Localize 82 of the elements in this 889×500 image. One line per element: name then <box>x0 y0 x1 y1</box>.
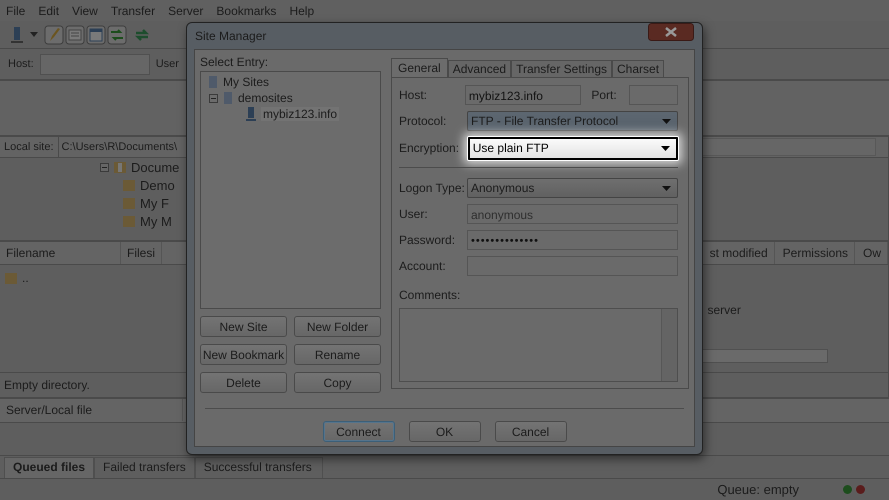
column-header[interactable]: Filename <box>0 242 121 264</box>
file-name[interactable]: .. <box>22 271 29 285</box>
folder-icon <box>113 160 127 174</box>
select-entry-label: Select Entry: <box>200 54 270 70</box>
server-icon <box>245 106 257 122</box>
local-path-field[interactable]: C:\Users\R\Documents\ <box>58 141 178 153</box>
tree-item[interactable]: Docume <box>131 160 180 174</box>
field-label: Host: <box>399 88 428 102</box>
collapse-icon[interactable] <box>209 94 218 102</box>
window-icon[interactable] <box>86 24 106 44</box>
user-label: User <box>156 58 179 70</box>
dialog-button[interactable]: OK <box>408 421 480 442</box>
column-header[interactable]: Permissions <box>782 242 855 264</box>
folder-icon <box>4 271 18 285</box>
tab[interactable]: Charset <box>612 60 664 77</box>
field-label: Protocol: <box>399 114 448 128</box>
queue-status: Queue: empty <box>717 482 799 497</box>
dropdown[interactable]: Use plain FTP <box>468 136 678 160</box>
dialog-button[interactable]: Copy <box>294 372 381 393</box>
local-site-label: Local site: <box>0 137 59 157</box>
window-title: Site Manager <box>195 29 266 43</box>
dialog-button[interactable]: New Site <box>200 316 287 337</box>
dialog-button[interactable]: Delete <box>200 372 287 393</box>
column-header[interactable]: Filesi <box>121 242 162 264</box>
folder-icon <box>207 75 219 89</box>
queue-tab[interactable]: Queued files <box>4 457 94 478</box>
dialog-button[interactable]: New Bookmark <box>200 344 287 365</box>
field-label: Port: <box>591 88 618 102</box>
menu-item[interactable]: Bookmarks <box>216 4 276 18</box>
field-label: User: <box>399 207 429 221</box>
caret-icon <box>662 118 671 124</box>
host-field[interactable]: mybiz123.info <box>464 85 582 105</box>
queue-tab[interactable]: Failed transfers <box>94 457 195 478</box>
host-label: Host: <box>8 58 34 70</box>
menu-item[interactable]: File <box>6 4 26 18</box>
scrollbar[interactable] <box>661 309 677 381</box>
dropdown[interactable]: Anonymous <box>467 178 678 198</box>
password-field[interactable]: •••••••••••••• <box>467 230 678 250</box>
tab[interactable]: General <box>391 58 448 77</box>
menu-item[interactable]: Transfer <box>110 4 156 18</box>
field-label: Comments: <box>399 288 462 302</box>
tree-item[interactable]: mybiz123.info <box>261 107 340 121</box>
tree-item[interactable]: demosites <box>238 91 293 105</box>
column-header[interactable]: Ow <box>863 242 888 264</box>
field-label: Password: <box>399 233 456 247</box>
dialog-button[interactable]: Connect <box>322 421 394 442</box>
arrows-icon[interactable] <box>107 24 127 44</box>
dropdown[interactable]: FTP - File Transfer Protocol <box>467 111 678 131</box>
field-label: Encryption: <box>399 141 460 155</box>
dialog-button[interactable]: New Folder <box>294 316 381 337</box>
column-header[interactable]: st modified <box>710 242 775 264</box>
field-label: Account: <box>399 259 447 273</box>
column-header[interactable]: Server/Local file <box>0 399 183 421</box>
menu-item[interactable]: View <box>72 4 98 18</box>
tree-item[interactable]: My M <box>140 214 172 228</box>
dialog-button[interactable]: Rename <box>294 344 381 365</box>
list-icon[interactable] <box>65 24 85 44</box>
tab[interactable]: Advanced <box>448 60 512 77</box>
tab[interactable]: Transfer Settings <box>511 60 612 77</box>
tree-item[interactable]: My Sites <box>223 75 270 89</box>
folder-icon <box>122 178 136 192</box>
folder-icon <box>222 91 234 105</box>
folder-icon <box>122 196 136 210</box>
status-message: server <box>708 303 741 317</box>
folder-icon <box>122 214 136 228</box>
tree-item[interactable]: My F <box>140 196 169 210</box>
menu-item[interactable]: Edit <box>38 4 60 18</box>
status-text: Empty directory. <box>4 378 90 392</box>
pencil-icon[interactable] <box>44 24 64 44</box>
caret-icon[interactable] <box>30 32 38 37</box>
menu-item[interactable]: Help <box>289 4 314 18</box>
close-icon[interactable] <box>648 23 694 41</box>
collapse-icon[interactable] <box>100 162 109 172</box>
tree-item[interactable]: Demo <box>140 178 175 192</box>
caret-icon <box>662 186 671 190</box>
dialog-button[interactable]: Cancel <box>494 421 566 442</box>
server-icon[interactable] <box>10 26 24 44</box>
menu-item[interactable]: Server <box>168 4 204 18</box>
queue-tab[interactable]: Successful transfers <box>194 457 323 478</box>
caret-icon <box>661 146 670 150</box>
field-label: Logon Type: <box>399 181 466 195</box>
comments-field[interactable] <box>399 308 678 382</box>
